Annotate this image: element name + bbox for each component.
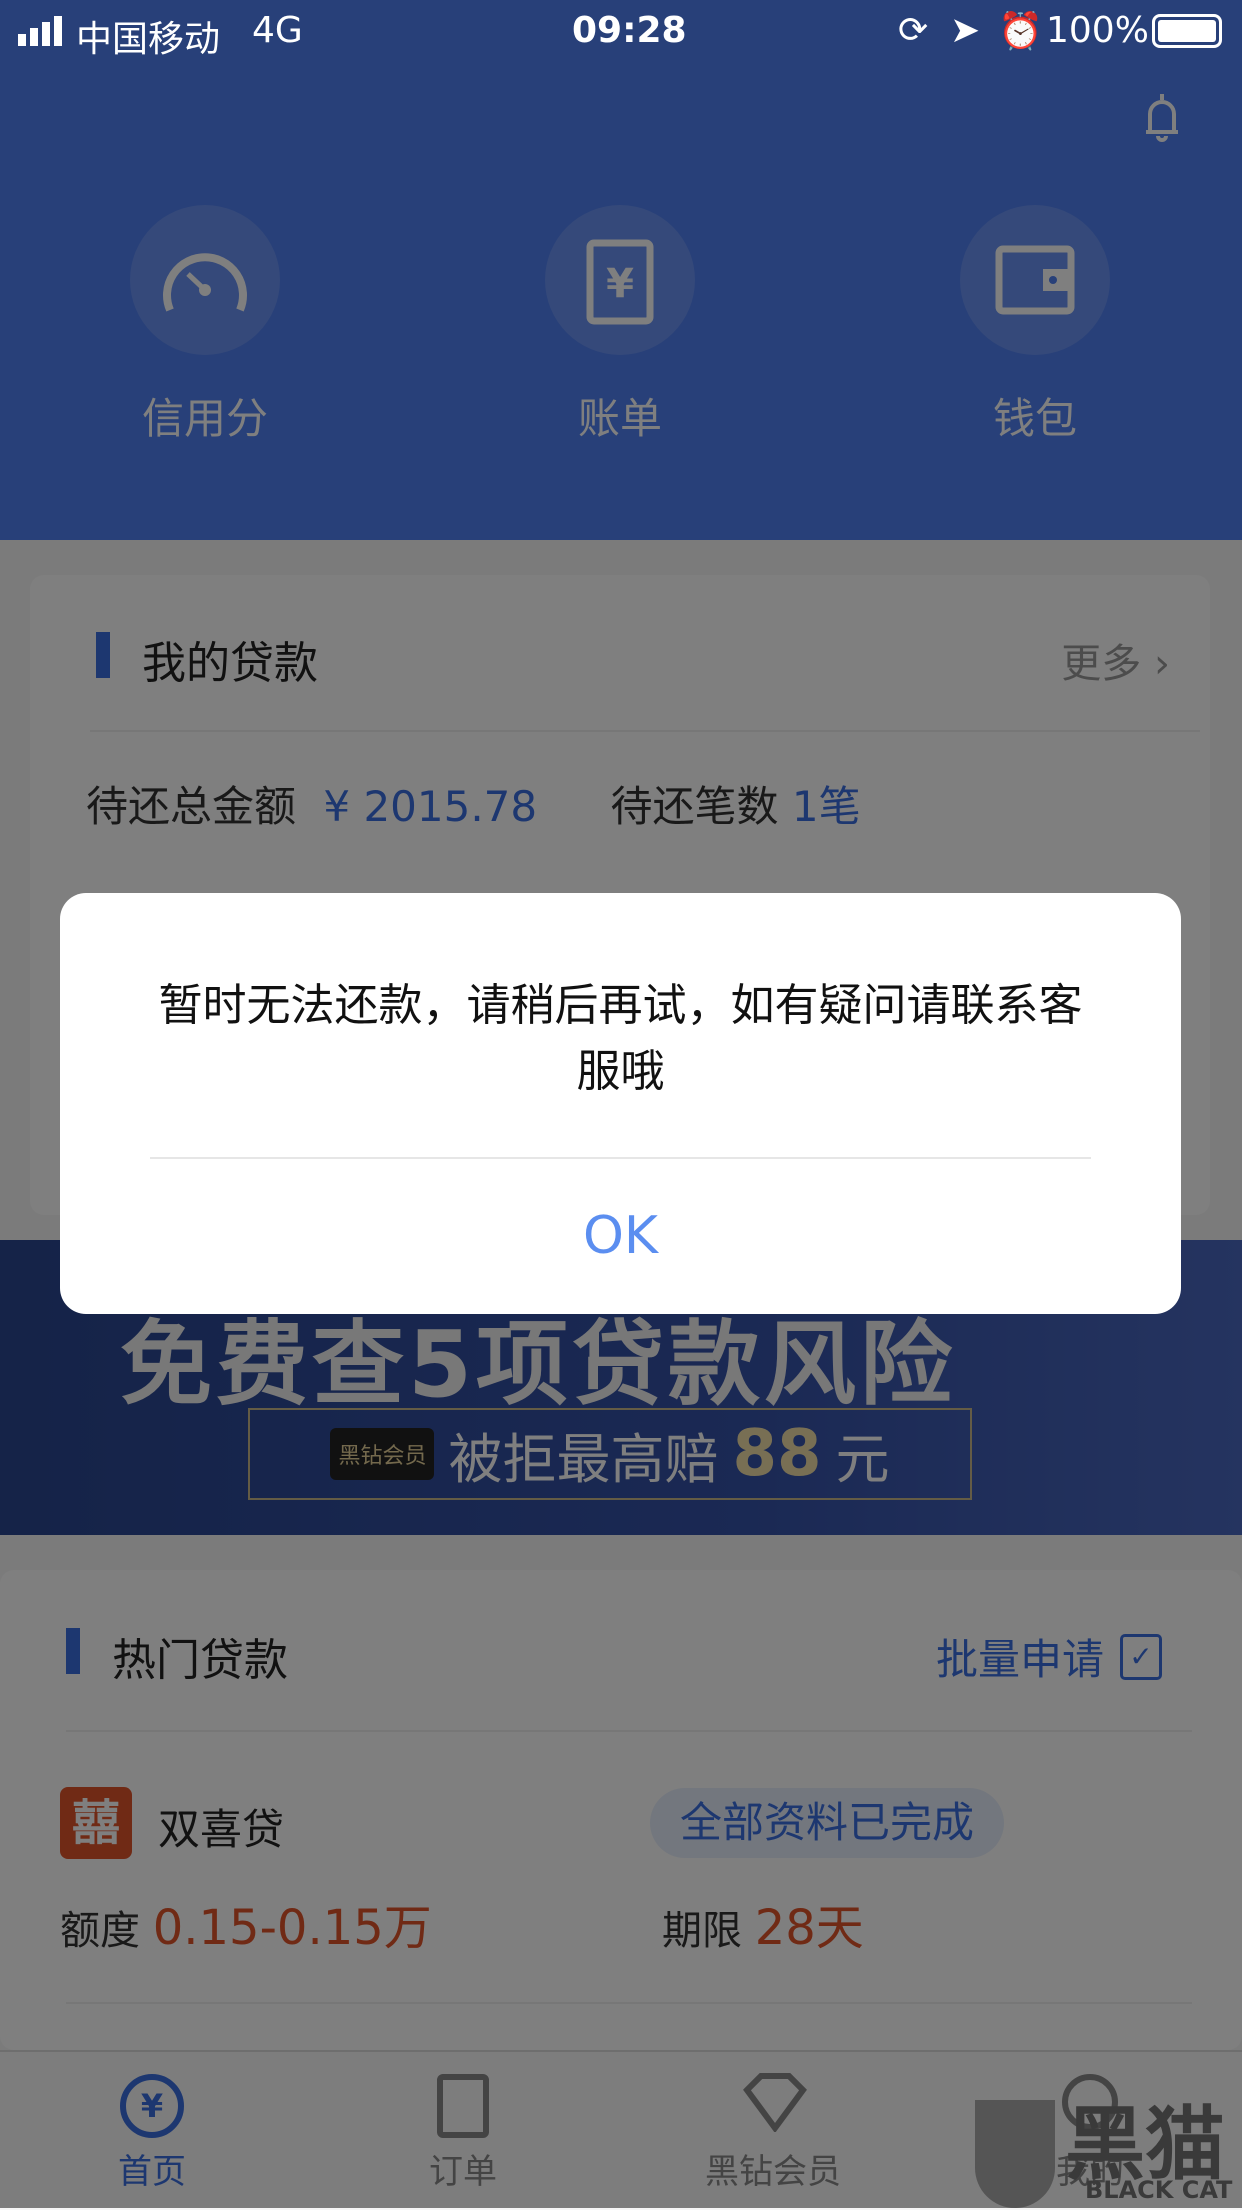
signal-icon (18, 14, 68, 46)
battery-percent: 100% (1046, 10, 1149, 51)
dialog-message: 暂时无法还款，请稍后再试，如有疑问请联系客服哦 (158, 980, 1083, 1097)
network-type: 4G (252, 10, 303, 51)
clock: 09:28 (572, 10, 687, 51)
watermark-logo: 黑猫 BLACK CAT (975, 2080, 1242, 2208)
ok-button[interactable]: OK (60, 1159, 1181, 1314)
location-icon: ➤ (950, 10, 981, 51)
watermark-sub: BLACK CAT (1085, 2176, 1233, 2204)
battery-icon (1152, 14, 1222, 48)
status-bar: 中国移动 4G 09:28 ⟳ ➤ ⏰ 100% (0, 0, 1242, 64)
alarm-icon: ⏰ (998, 11, 1043, 52)
alert-dialog: 暂时无法还款，请稍后再试，如有疑问请联系客服哦 OK (60, 893, 1181, 1314)
rotation-lock-icon: ⟳ (898, 10, 929, 51)
carrier: 中国移动 (76, 19, 221, 60)
